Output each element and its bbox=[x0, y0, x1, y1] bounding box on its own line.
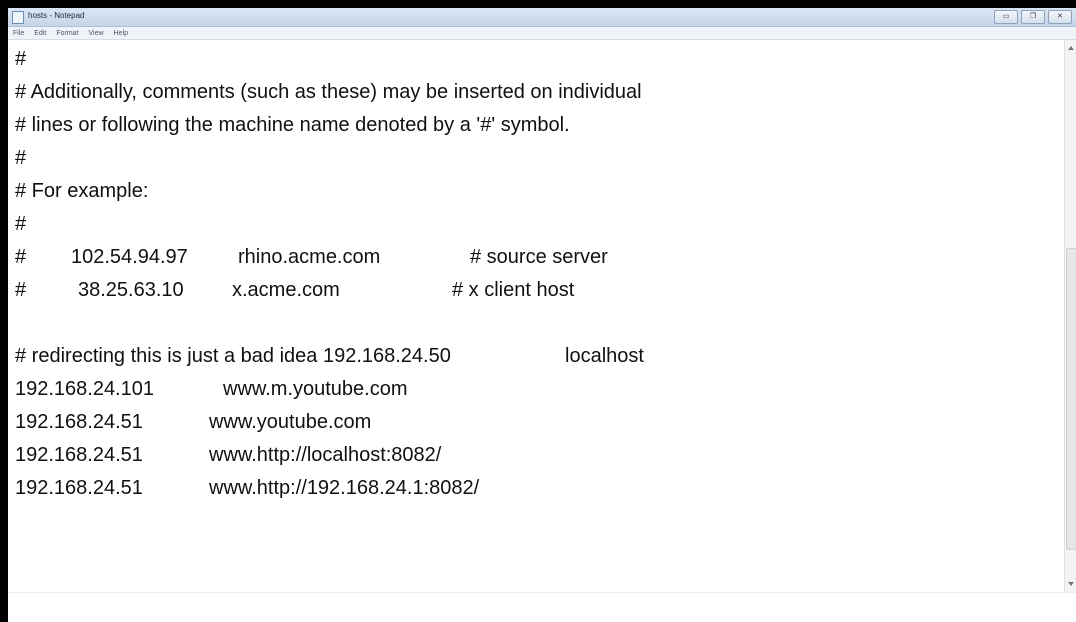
line-comment: # source server bbox=[470, 246, 608, 268]
line-ip: 192.168.24.101 bbox=[15, 378, 155, 400]
text-line: # bbox=[15, 147, 27, 169]
scrollbar-thumb[interactable] bbox=[1066, 248, 1076, 550]
text-line: # bbox=[15, 213, 27, 235]
menu-bar: File Edit Format View Help bbox=[8, 27, 1076, 40]
line-host: localhost bbox=[565, 345, 644, 367]
text-line: # lines or following the machine name de… bbox=[15, 114, 570, 136]
text-line: 192.168.24.51 www.http://192.168.24.1:80… bbox=[15, 477, 715, 505]
text-line: # 38.25.63.10 x.acme.com # x client host bbox=[15, 279, 715, 307]
line-hash: # bbox=[15, 246, 27, 268]
text-line: 192.168.24.101 www.m.youtube.com bbox=[15, 378, 715, 406]
text-line: # bbox=[15, 48, 27, 70]
text-line: 192.168.24.51 www.youtube.com bbox=[15, 411, 715, 439]
close-button[interactable]: ✕ bbox=[1048, 10, 1072, 24]
text-line: # Additionally, comments (such as these)… bbox=[15, 81, 642, 103]
line-host: www.youtube.com bbox=[209, 411, 372, 433]
text-line: # 102.54.94.97 rhino.acme.com # source s… bbox=[15, 246, 715, 274]
minimize-button[interactable]: ▭ bbox=[994, 10, 1018, 24]
line-text: # redirecting this is just a bad idea 19… bbox=[15, 345, 451, 367]
text-editor[interactable]: # # Additionally, comments (such as thes… bbox=[8, 40, 1064, 592]
line-ip: 192.168.24.51 bbox=[15, 411, 143, 433]
line-host: www.m.youtube.com bbox=[223, 378, 408, 400]
menu-file[interactable]: File bbox=[8, 30, 29, 37]
menu-view[interactable]: View bbox=[84, 30, 109, 37]
window-controls: ▭ ❐ ✕ bbox=[994, 10, 1072, 24]
line-host: x.acme.com bbox=[232, 279, 340, 301]
line-ip: 38.25.63.10 bbox=[78, 279, 184, 301]
vertical-scrollbar[interactable] bbox=[1064, 40, 1076, 592]
line-ip: 192.168.24.51 bbox=[15, 477, 143, 499]
line-host: www.http://localhost:8082/ bbox=[209, 444, 442, 466]
notepad-icon bbox=[12, 11, 24, 24]
arrow-down-icon[interactable] bbox=[1068, 582, 1074, 586]
text-line: # For example: bbox=[15, 180, 149, 202]
status-bar bbox=[8, 592, 1076, 622]
line-host: rhino.acme.com bbox=[238, 246, 381, 268]
arrow-up-icon[interactable] bbox=[1068, 46, 1074, 50]
menu-format[interactable]: Format bbox=[51, 30, 83, 37]
text-line: 192.168.24.51 www.http://localhost:8082/ bbox=[15, 444, 715, 472]
line-ip: 102.54.94.97 bbox=[71, 246, 188, 268]
menu-edit[interactable]: Edit bbox=[29, 30, 51, 37]
line-hash: # bbox=[15, 279, 27, 301]
line-comment: # x client host bbox=[452, 279, 575, 301]
text-line: # redirecting this is just a bad idea 19… bbox=[15, 345, 715, 373]
notepad-window: hosts - Notepad ▭ ❐ ✕ File Edit Format V… bbox=[8, 8, 1076, 622]
line-host: www.http://192.168.24.1:8082/ bbox=[209, 477, 480, 499]
title-bar[interactable]: hosts - Notepad ▭ ❐ ✕ bbox=[8, 8, 1076, 27]
restore-button[interactable]: ❐ bbox=[1021, 10, 1045, 24]
menu-help[interactable]: Help bbox=[109, 30, 133, 37]
line-ip: 192.168.24.51 bbox=[15, 444, 143, 466]
window-title: hosts - Notepad bbox=[28, 11, 85, 20]
